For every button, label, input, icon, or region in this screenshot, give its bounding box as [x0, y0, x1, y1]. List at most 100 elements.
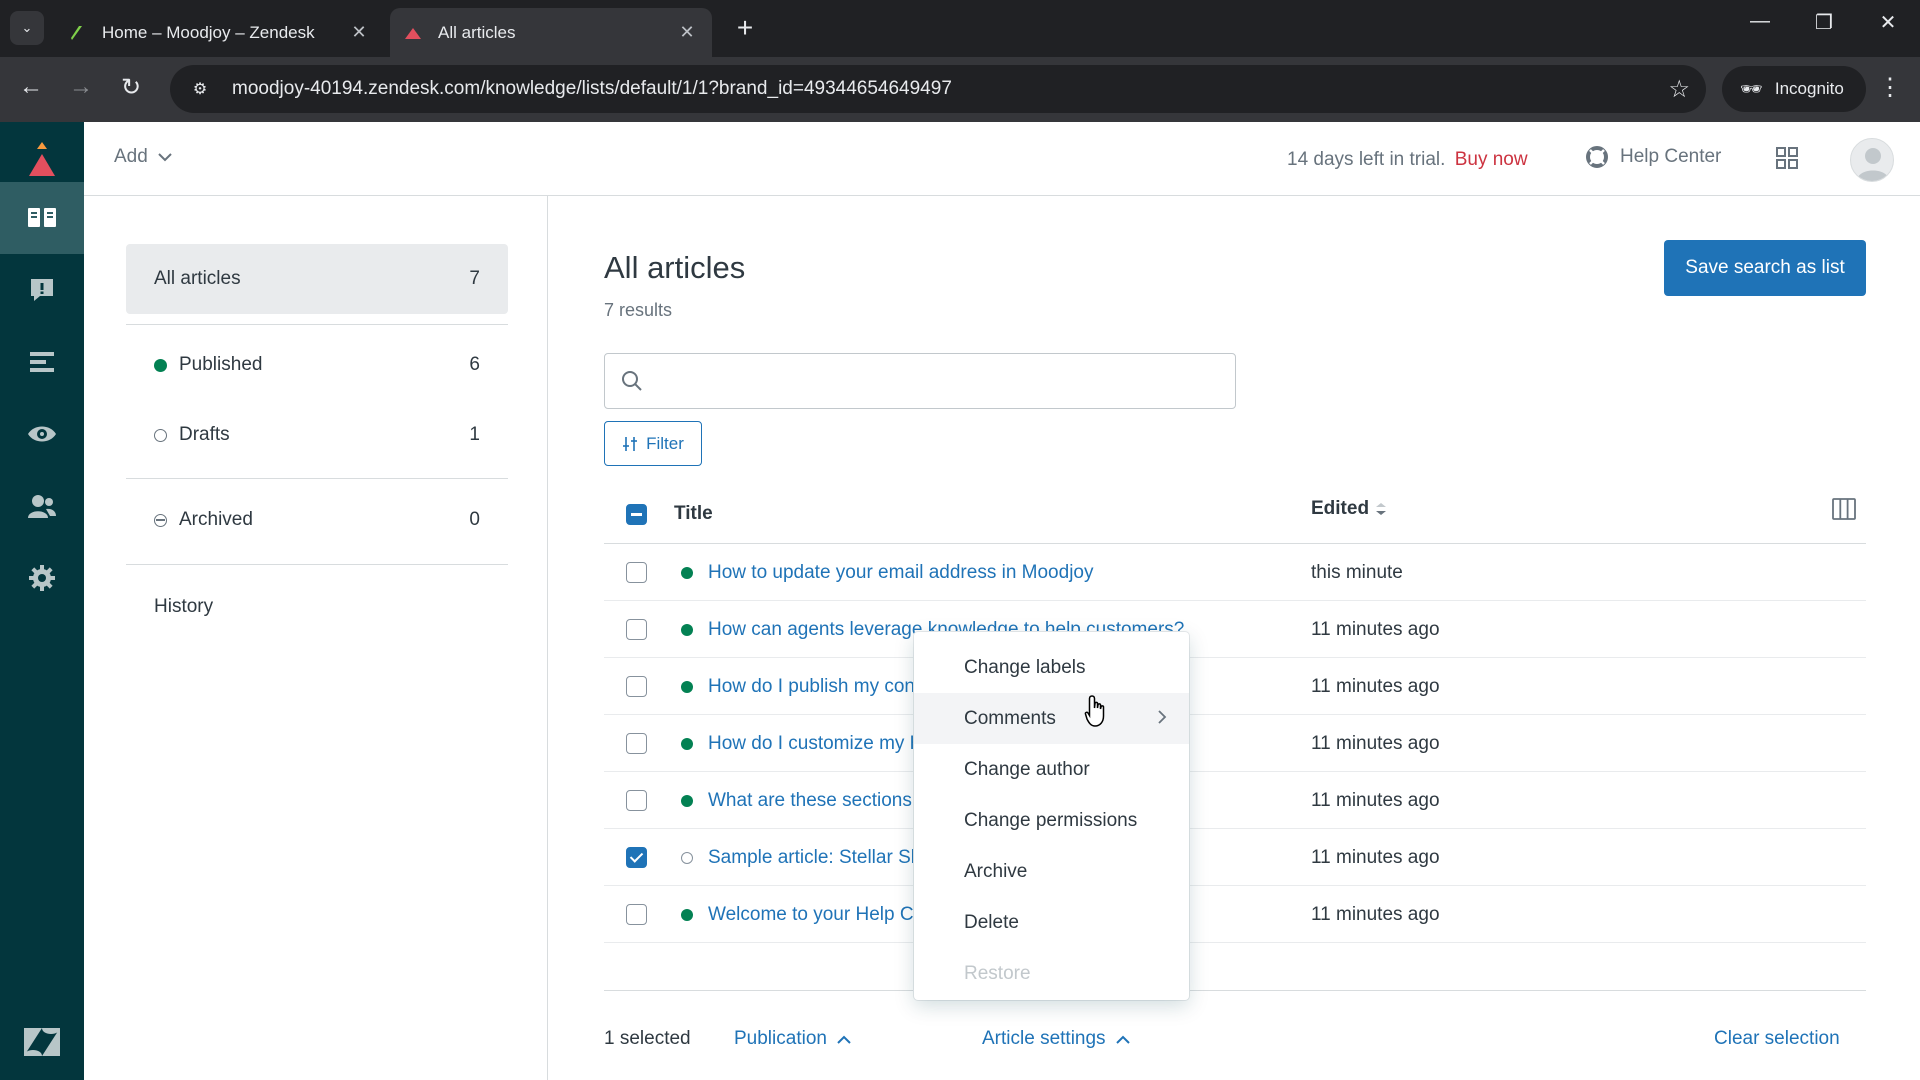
site-settings-icon[interactable]: ⚙	[178, 79, 222, 99]
product-rail	[0, 122, 84, 1080]
row-checkbox[interactable]	[626, 676, 647, 697]
published-status-icon	[681, 624, 693, 636]
table-row[interactable]: Welcome to your Help Center! 11 minutes …	[604, 886, 1866, 943]
address-bar[interactable]: ⚙ moodjoy-40194.zendesk.com/knowledge/li…	[170, 65, 1706, 113]
help-center-link[interactable]: Help Center	[1586, 146, 1721, 168]
apps-grid-icon[interactable]	[1775, 146, 1799, 170]
zendesk-logo-icon[interactable]	[20, 1022, 64, 1062]
menu-item-restore: Restore	[914, 948, 1189, 999]
nav-history[interactable]: History	[154, 596, 213, 618]
column-edited[interactable]: Edited	[1311, 498, 1387, 520]
close-icon[interactable]: ✕	[348, 22, 370, 43]
menu-item-archive[interactable]: Archive	[914, 846, 1189, 897]
browser-toolbar: ← → ↻ ⚙ moodjoy-40194.zendesk.com/knowle…	[0, 57, 1920, 122]
minimize-icon[interactable]: —	[1740, 10, 1780, 33]
published-status-icon	[154, 358, 167, 372]
nav-all-articles[interactable]: All articles 7	[126, 244, 508, 314]
incognito-label: Incognito	[1774, 79, 1844, 98]
browser-tab-home[interactable]: Home – Moodjoy – Zendesk ✕	[54, 8, 384, 57]
knowledge-icon	[28, 208, 56, 227]
draft-status-icon	[154, 428, 167, 442]
filter-button[interactable]: Filter	[604, 421, 702, 466]
save-search-as-list-button[interactable]: Save search as list	[1664, 240, 1866, 296]
published-status-icon	[681, 909, 693, 921]
app-header: Add 14 days left in trial. Buy now Help …	[84, 122, 1920, 196]
search-box[interactable]	[604, 353, 1236, 409]
table-row[interactable]: How to update your email address in Mood…	[604, 544, 1866, 601]
article-settings-label: Article settings	[982, 1028, 1106, 1049]
rail-view[interactable]	[0, 398, 84, 470]
row-checkbox[interactable]	[626, 619, 647, 640]
tab-search-button[interactable]: ⌄	[10, 11, 44, 45]
bookmark-star-icon[interactable]: ☆	[1668, 75, 1690, 104]
table-row[interactable]: Sample article: Stellar Skyonomy refund …	[604, 829, 1866, 886]
back-icon[interactable]: ←	[14, 73, 48, 101]
rail-arrange[interactable]	[0, 326, 84, 398]
menu-item-change-permissions[interactable]: Change permissions	[914, 795, 1189, 846]
menu-item-change-labels[interactable]: Change labels	[914, 642, 1189, 693]
article-settings-button[interactable]: Article settings	[982, 1028, 1130, 1050]
row-checkbox[interactable]	[626, 790, 647, 811]
published-status-icon	[681, 738, 693, 750]
add-button[interactable]: Add	[114, 146, 172, 168]
avatar[interactable]	[1850, 138, 1894, 182]
chevron-right-icon	[1158, 710, 1167, 724]
rail-knowledge[interactable]	[0, 182, 84, 254]
incognito-badge[interactable]: 🕶 Incognito	[1722, 66, 1866, 112]
rail-settings[interactable]	[0, 542, 84, 614]
nav-count: 7	[469, 268, 480, 289]
selected-count: 1 selected	[604, 1028, 691, 1049]
select-all-checkbox[interactable]	[626, 504, 647, 525]
column-title[interactable]: Title	[674, 503, 713, 525]
close-icon[interactable]: ✕	[676, 22, 698, 43]
url-text[interactable]: moodjoy-40194.zendesk.com/knowledge/list…	[232, 78, 1668, 100]
nav-drafts[interactable]: Drafts 1	[154, 424, 480, 446]
users-icon	[28, 495, 56, 518]
menu-item-change-author[interactable]: Change author	[914, 744, 1189, 795]
rail-alerts[interactable]	[0, 254, 84, 326]
publication-button[interactable]: Publication	[734, 1028, 851, 1050]
edited-time: 11 minutes ago	[1311, 790, 1440, 811]
article-title-link[interactable]: How to update your email address in Mood…	[708, 562, 1228, 584]
published-status-icon	[681, 795, 693, 807]
edited-time: 11 minutes ago	[1311, 676, 1440, 697]
table-row[interactable]: What are these sections and articles doi…	[604, 772, 1866, 829]
new-tab-button[interactable]: +	[728, 12, 762, 44]
window-close-icon[interactable]: ✕	[1868, 10, 1908, 35]
menu-item-delete[interactable]: Delete	[914, 897, 1189, 948]
menu-item-comments[interactable]: Comments	[914, 693, 1189, 744]
article-settings-menu: Change labels Comments Change author Cha…	[914, 632, 1189, 1000]
edited-time: 11 minutes ago	[1311, 733, 1440, 754]
restore-icon[interactable]: ❐	[1804, 10, 1844, 35]
sort-descending-icon	[1376, 503, 1387, 515]
table-row[interactable]: How do I publish my content in other lan…	[604, 658, 1866, 715]
list-icon	[30, 352, 54, 372]
columns-icon[interactable]	[1832, 498, 1856, 520]
browser-tab-all-articles[interactable]: All articles ✕	[390, 8, 712, 57]
divider	[126, 564, 508, 565]
row-checkbox[interactable]	[626, 562, 647, 583]
alert-icon	[31, 279, 53, 301]
browser-menu-icon[interactable]: ⋮	[1878, 73, 1902, 102]
search-input[interactable]	[653, 354, 1235, 408]
rail-users[interactable]	[0, 470, 84, 542]
browser-tab-bar: ⌄ Home – Moodjoy – Zendesk ✕ All article…	[0, 0, 1920, 57]
clear-selection-button[interactable]: Clear selection	[1714, 1028, 1840, 1050]
nav-archived[interactable]: Archived 0	[154, 509, 480, 531]
forward-icon[interactable]: →	[64, 73, 98, 101]
bulk-actions-bar: 1 selected Publication Article settings …	[604, 1018, 1866, 1058]
reload-icon[interactable]: ↻	[114, 73, 148, 102]
buy-now-link[interactable]: Buy now	[1455, 149, 1528, 170]
row-checkbox[interactable]	[626, 847, 647, 868]
add-label: Add	[114, 146, 148, 167]
published-status-icon	[681, 567, 693, 579]
guide-logo-icon[interactable]	[20, 140, 64, 180]
nav-published[interactable]: Published 6	[154, 354, 480, 376]
table-row[interactable]: How can agents leverage knowledge to hel…	[604, 601, 1866, 658]
menu-item-label: Restore	[964, 962, 1031, 984]
table-row[interactable]: How do I customize my Help Center? 11 mi…	[604, 715, 1866, 772]
row-checkbox[interactable]	[626, 904, 647, 925]
menu-item-label: Change labels	[964, 656, 1086, 678]
hand-cursor-icon	[1084, 695, 1105, 727]
row-checkbox[interactable]	[626, 733, 647, 754]
